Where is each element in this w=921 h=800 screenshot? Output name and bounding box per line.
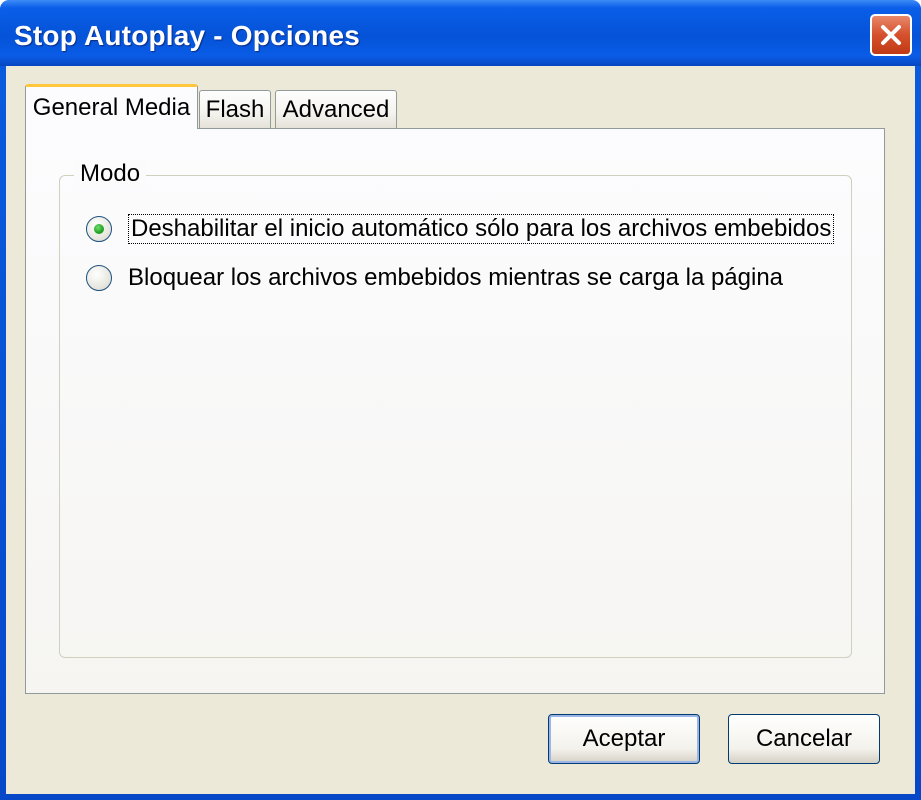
title-bar[interactable]: Stop Autoplay - Opciones	[0, 0, 921, 66]
tab-general-media[interactable]: General Media	[25, 84, 198, 129]
radio-option-disable-autostart[interactable]: Deshabilitar el inicio automático sólo p…	[86, 214, 835, 244]
dialog-client-area: General Media Flash Advanced Modo Deshab…	[6, 66, 915, 794]
radio-button-checked[interactable]	[86, 216, 112, 242]
radio-option-label: Deshabilitar el inicio automático sólo p…	[128, 214, 835, 244]
tab-panel-general-media: Modo Deshabilitar el inicio automático s…	[25, 128, 885, 694]
dialog-window: Stop Autoplay - Opciones General Media F…	[0, 0, 921, 800]
radio-option-label: Bloquear los archivos embebidos mientras…	[128, 264, 784, 291]
tab-flash[interactable]: Flash	[199, 90, 271, 128]
window-title: Stop Autoplay - Opciones	[14, 20, 360, 51]
group-label: Modo	[74, 160, 147, 188]
radio-button-unchecked[interactable]	[86, 265, 112, 291]
close-button[interactable]	[870, 14, 912, 56]
close-icon	[881, 25, 901, 45]
cancel-button[interactable]: Cancelar	[728, 714, 880, 764]
mode-groupbox: Modo Deshabilitar el inicio automático s…	[59, 160, 852, 658]
radio-option-block-embedded[interactable]: Bloquear los archivos embebidos mientras…	[86, 264, 783, 292]
tab-advanced[interactable]: Advanced	[275, 90, 397, 128]
accept-button[interactable]: Aceptar	[548, 714, 700, 764]
